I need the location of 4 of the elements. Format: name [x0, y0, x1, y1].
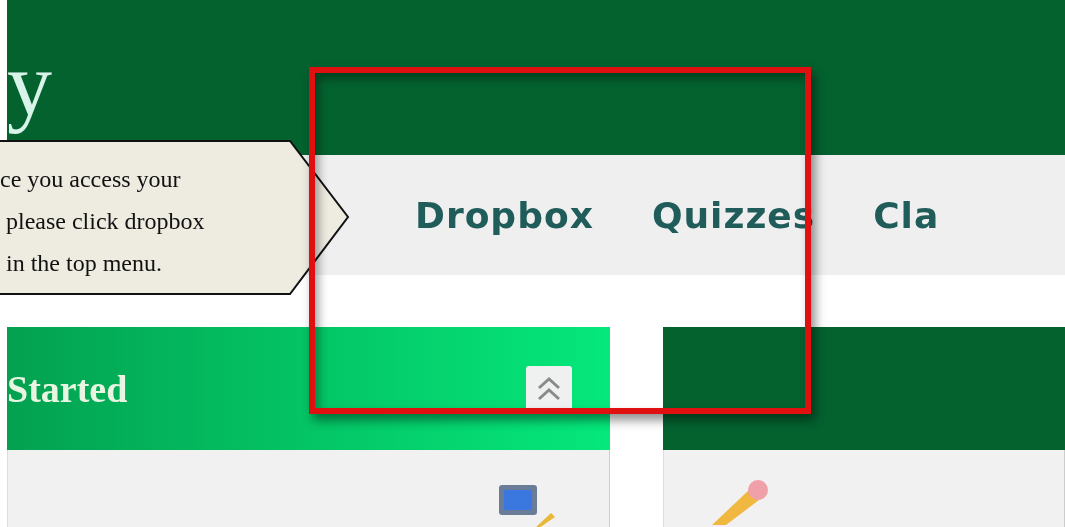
callout-text: ce you access your please click dropbox in the top menu. — [0, 165, 205, 278]
menu-link[interactable]: Dropbox — [415, 194, 594, 236]
panel-title: Started — [7, 366, 128, 411]
menu-link[interactable]: Cla — [873, 194, 940, 236]
